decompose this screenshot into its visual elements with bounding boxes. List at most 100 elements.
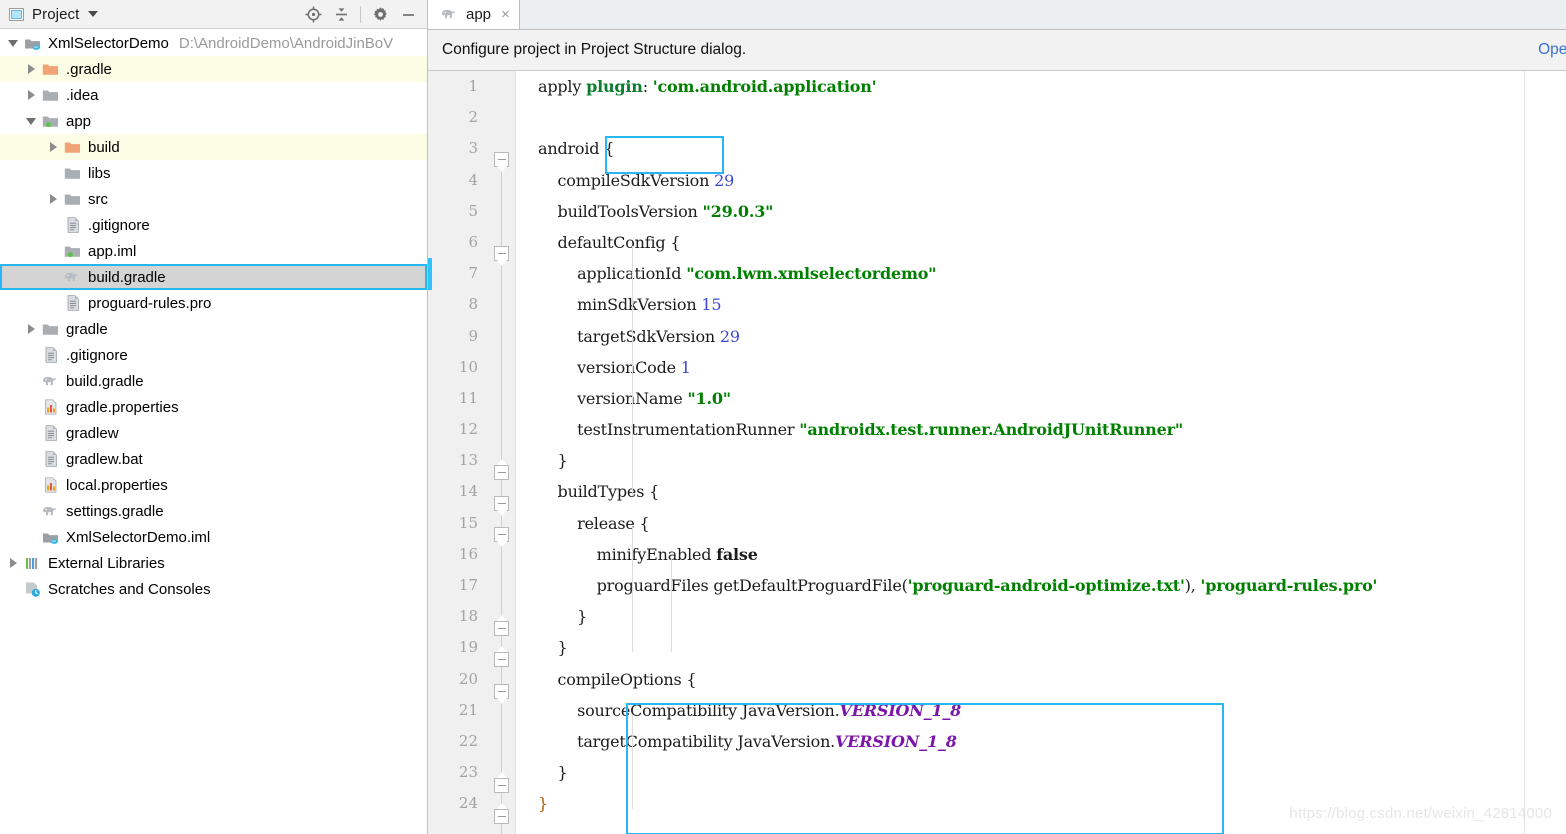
tree-item-build-gradle-root[interactable]: build.gradle <box>0 368 427 394</box>
line-number: 13 <box>458 451 478 470</box>
tree-item-label: gradlew.bat <box>66 450 143 468</box>
locate-target-icon[interactable] <box>300 2 326 26</box>
code-line-12[interactable]: testInstrumentationRunner "androidx.test… <box>516 414 1566 445</box>
code-line-7[interactable]: applicationId "com.lwm.xmlselectordemo" <box>516 258 1566 289</box>
code-line-15[interactable]: release { <box>516 508 1566 539</box>
twisty-none <box>22 446 40 472</box>
twisty-right-icon[interactable] <box>4 550 22 576</box>
code-line-13[interactable]: } <box>516 445 1566 476</box>
code-text-area[interactable]: apply plugin: 'com.android.application' … <box>516 71 1566 834</box>
code-folding-gutter[interactable] <box>488 71 516 834</box>
tree-item-local-properties[interactable]: local.properties <box>0 472 427 498</box>
line-number: 4 <box>468 170 478 189</box>
code-line-5[interactable]: buildToolsVersion "29.0.3" <box>516 196 1566 227</box>
code-line-16[interactable]: minifyEnabled false <box>516 539 1566 570</box>
fold-end-buildtypes[interactable] <box>494 646 509 667</box>
code-line-8[interactable]: minSdkVersion 15 <box>516 289 1566 320</box>
code-line-17[interactable]: proguardFiles getDefaultProguardFile('pr… <box>516 570 1566 601</box>
tree-item-xmlselectordemo[interactable]: XmlSelectorDemo D:\AndroidDemo\AndroidJi… <box>0 30 427 56</box>
tree-item-label: XmlSelectorDemo <box>48 34 169 52</box>
fold-toggle-buildtypes[interactable] <box>494 496 509 516</box>
tree-item-gradlew-bat[interactable]: gradlew.bat <box>0 446 427 472</box>
chevron-down-icon[interactable] <box>88 11 99 17</box>
tree-item-label: .gradle <box>66 60 112 78</box>
open-project-structure-link[interactable]: Open <box>1538 41 1566 59</box>
code-line-3[interactable]: android { <box>516 133 1566 164</box>
line-number: 11 <box>458 388 478 407</box>
twisty-down-icon[interactable] <box>22 108 40 134</box>
twisty-none <box>22 394 40 420</box>
fold-end-defaultconfig[interactable] <box>494 459 509 480</box>
tree-item-dot-gradle[interactable]: .gradle <box>0 56 427 82</box>
code-line-9[interactable]: targetSdkVersion 29 <box>516 321 1566 352</box>
gradle-elephant-icon <box>62 264 83 290</box>
tree-item-gradle-folder[interactable]: gradle <box>0 316 427 342</box>
project-tree[interactable]: XmlSelectorDemo D:\AndroidDemo\AndroidJi… <box>0 29 427 834</box>
code-line-11[interactable]: versionName "1.0" <box>516 383 1566 414</box>
twisty-none <box>22 498 40 524</box>
close-icon[interactable]: × <box>501 7 510 22</box>
module-green-icon <box>62 238 83 264</box>
module-java-icon <box>22 30 43 56</box>
fold-end-release[interactable] <box>494 615 509 636</box>
tree-item-label: .gitignore <box>88 216 150 234</box>
code-editor[interactable]: 1 2 3 4 5 6 7 8 9 10 11 12 13 14 15 16 1… <box>428 71 1566 834</box>
code-line-2[interactable] <box>516 102 1566 133</box>
code-line-18[interactable]: } <box>516 601 1566 632</box>
code-line-22[interactable]: targetCompatibility JavaVersion.VERSION_… <box>516 726 1566 757</box>
twisty-right-icon[interactable] <box>22 82 40 108</box>
folder-gray-icon <box>62 186 83 212</box>
code-line-23[interactable]: } <box>516 757 1566 788</box>
tree-item-app-iml[interactable]: app.iml <box>0 238 427 264</box>
twisty-right-icon[interactable] <box>44 186 62 212</box>
code-line-4[interactable]: compileSdkVersion 29 <box>516 165 1566 196</box>
line-number-gutter: 1 2 3 4 5 6 7 8 9 10 11 12 13 14 15 16 1… <box>432 71 488 834</box>
gradle-elephant-icon <box>40 368 61 394</box>
twisty-right-icon[interactable] <box>22 56 40 82</box>
tree-item-external-libraries[interactable]: External Libraries <box>0 550 427 576</box>
code-line-21[interactable]: sourceCompatibility JavaVersion.VERSION_… <box>516 695 1566 726</box>
code-line-14[interactable]: buildTypes { <box>516 476 1566 507</box>
tab-label: app <box>466 5 492 23</box>
fold-end-compileoptions[interactable] <box>494 772 509 793</box>
code-line-1[interactable]: apply plugin: 'com.android.application' <box>516 71 1566 102</box>
code-line-10[interactable]: versionCode 1 <box>516 352 1566 383</box>
tree-item-gitignore-root[interactable]: .gitignore <box>0 342 427 368</box>
code-line-20[interactable]: compileOptions { <box>516 664 1566 695</box>
twisty-down-icon[interactable] <box>4 30 22 56</box>
tree-item-gradle-properties[interactable]: gradle.properties <box>0 394 427 420</box>
tree-item-scratches-and-consoles[interactable]: Scratches and Consoles <box>0 576 427 602</box>
tree-item-build[interactable]: build <box>0 134 427 160</box>
tree-item-xmlselectordemo-iml[interactable]: XmlSelectorDemo.iml <box>0 524 427 550</box>
tab-app[interactable]: app × <box>428 0 520 29</box>
twisty-right-icon[interactable] <box>22 316 40 342</box>
folder-orange-icon <box>40 56 61 82</box>
gear-icon[interactable] <box>367 2 393 26</box>
code-line-6[interactable]: defaultConfig { <box>516 227 1566 258</box>
twisty-right-icon[interactable] <box>44 134 62 160</box>
tree-item-app[interactable]: app <box>0 108 427 134</box>
tree-item-gradlew[interactable]: gradlew <box>0 420 427 446</box>
tree-item-label: libs <box>88 164 111 182</box>
folder-gray-icon <box>62 160 83 186</box>
fold-end-android[interactable] <box>494 803 509 824</box>
tree-item-label: gradlew <box>66 424 119 442</box>
code-line-19[interactable]: } <box>516 632 1566 663</box>
tree-item-proguard-rules[interactable]: proguard-rules.pro <box>0 290 427 316</box>
tree-item-dot-idea[interactable]: .idea <box>0 82 427 108</box>
properties-icon <box>40 394 61 420</box>
fold-toggle-compileoptions[interactable] <box>494 684 509 704</box>
fold-toggle-defaultconfig[interactable] <box>494 246 509 266</box>
collapse-all-icon[interactable] <box>328 2 354 26</box>
tree-item-libs[interactable]: libs <box>0 160 427 186</box>
tree-item-gitignore-app[interactable]: .gitignore <box>0 212 427 238</box>
tree-item-build-gradle-app[interactable]: build.gradle <box>0 264 427 290</box>
twisty-none <box>44 238 62 264</box>
tree-item-src[interactable]: src <box>0 186 427 212</box>
tree-item-settings-gradle[interactable]: settings.gradle <box>0 498 427 524</box>
fold-toggle-release[interactable] <box>494 527 509 547</box>
minimize-icon[interactable] <box>395 2 421 26</box>
indent-guide <box>632 715 633 809</box>
project-title-group[interactable]: Project <box>8 1 99 27</box>
fold-toggle-android[interactable] <box>494 152 509 172</box>
